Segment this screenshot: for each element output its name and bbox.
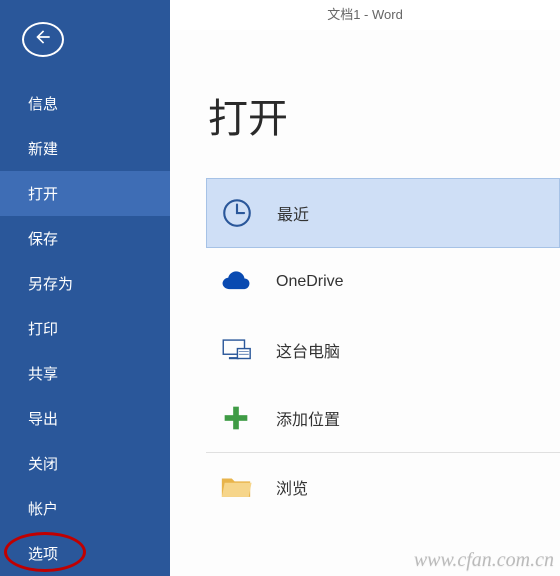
sidebar-item-label: 打开 [28, 186, 58, 203]
backstage-container: 信息 新建 打开 保存 另存为 打印 共享 导出 关闭 帐户 选项 文档1 - … [0, 0, 560, 576]
sidebar-item-new[interactable]: 新建 [0, 126, 170, 171]
clock-icon [219, 195, 255, 231]
place-label: 添加位置 [276, 406, 340, 430]
place-browse[interactable]: 浏览 [206, 453, 560, 521]
computer-icon [218, 332, 254, 368]
sidebar-item-save[interactable]: 保存 [0, 216, 170, 261]
window-title: 文档1 - Word [170, 0, 560, 30]
open-browse-section: 浏览 [206, 453, 560, 521]
sidebar-item-label: 信息 [28, 96, 58, 113]
sidebar-item-label: 关闭 [28, 456, 58, 473]
place-label: 浏览 [276, 475, 308, 499]
page-title: 打开 [208, 86, 560, 144]
sidebar-item-label: 导出 [28, 411, 58, 428]
sidebar-item-open[interactable]: 打开 [0, 171, 170, 216]
sidebar-item-label: 共享 [28, 366, 58, 383]
sidebar-item-label: 另存为 [28, 276, 73, 293]
sidebar-item-save-as[interactable]: 另存为 [0, 261, 170, 306]
place-onedrive[interactable]: OneDrive [206, 248, 560, 316]
cloud-icon [218, 264, 254, 300]
sidebar-item-print[interactable]: 打印 [0, 306, 170, 351]
sidebar-item-options[interactable]: 选项 [0, 531, 170, 576]
sidebar-item-account[interactable]: 帐户 [0, 486, 170, 531]
place-add-location[interactable]: 添加位置 [206, 384, 560, 452]
sidebar-item-share[interactable]: 共享 [0, 351, 170, 396]
backstage-sidebar: 信息 新建 打开 保存 另存为 打印 共享 导出 关闭 帐户 选项 [0, 0, 170, 576]
sidebar-item-label: 保存 [28, 231, 58, 248]
window-title-text: 文档1 - Word [327, 7, 403, 22]
sidebar-item-label: 打印 [28, 321, 58, 338]
sidebar-item-export[interactable]: 导出 [0, 396, 170, 441]
place-label: OneDrive [276, 273, 344, 291]
sidebar-item-label: 帐户 [28, 501, 58, 518]
watermark-text: www.cfan.com.cn [414, 549, 554, 572]
open-places-list: 最近 OneDrive 这台电脑 添加位置 [206, 178, 560, 453]
place-label: 这台电脑 [276, 338, 340, 362]
sidebar-item-label: 新建 [28, 141, 58, 158]
place-recent[interactable]: 最近 [206, 178, 560, 248]
backstage-main: 文档1 - Word 打开 最近 OneDrive 这台电脑 [170, 0, 560, 576]
sidebar-item-info[interactable]: 信息 [0, 81, 170, 126]
plus-icon [218, 400, 254, 436]
sidebar-item-close[interactable]: 关闭 [0, 441, 170, 486]
back-button[interactable] [22, 22, 64, 57]
sidebar-item-label: 选项 [28, 546, 58, 563]
back-arrow-icon [33, 27, 53, 52]
folder-icon [218, 469, 254, 505]
place-label: 最近 [277, 201, 309, 225]
place-this-pc[interactable]: 这台电脑 [206, 316, 560, 384]
